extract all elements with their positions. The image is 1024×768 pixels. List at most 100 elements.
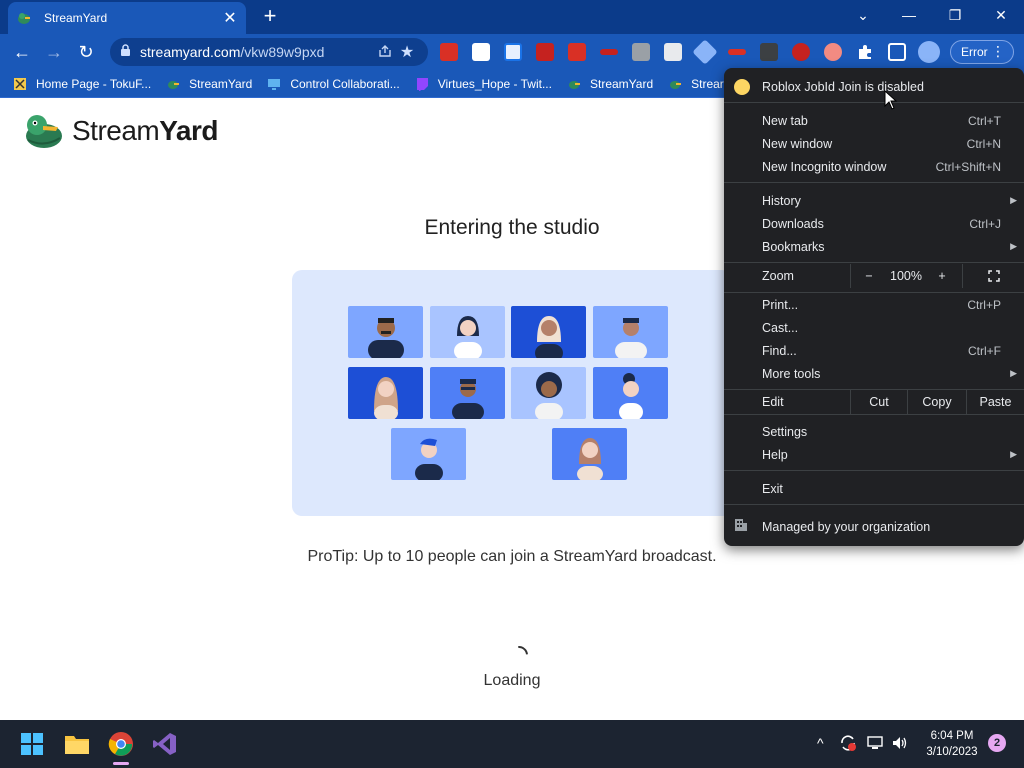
system-clock[interactable]: 6:04 PM 3/10/2023: [916, 728, 988, 760]
side-panel-icon[interactable]: [888, 43, 906, 61]
file-explorer-icon[interactable]: [63, 730, 91, 758]
zoom-label: Zoom: [762, 269, 794, 283]
menu-item-shortcut: Ctrl+F: [968, 343, 1001, 358]
extension-icon[interactable]: [504, 43, 522, 61]
zoom-in-button[interactable]: +: [925, 264, 959, 288]
bookmark-label: StreamYard: [589, 76, 654, 91]
menu-item-find[interactable]: Find... Ctrl+F: [724, 339, 1024, 362]
streamyard-logo[interactable]: StreamYard: [22, 112, 218, 150]
visual-studio-icon[interactable]: [151, 730, 179, 758]
submenu-arrow-icon: ▶: [1010, 449, 1017, 459]
menu-item-managed[interactable]: Managed by your organization: [724, 515, 1024, 538]
tray-chevron-icon[interactable]: ^: [817, 735, 824, 751]
bookmark-star-icon[interactable]: ★: [396, 42, 418, 62]
back-button[interactable]: ←: [10, 40, 34, 64]
reload-button[interactable]: ↻: [74, 40, 98, 64]
duck-icon: [566, 76, 582, 92]
extension-icon[interactable]: [632, 43, 650, 61]
copy-button[interactable]: Copy: [908, 390, 966, 414]
menu-item-print[interactable]: Print... Ctrl+P: [724, 293, 1024, 316]
taskbar: ^ 6:04 PM 3/10/2023 2: [0, 720, 1024, 768]
loading-spinner-icon: [506, 642, 532, 668]
bookmark-item[interactable]: StreamYard: [566, 76, 653, 92]
extension-icon[interactable]: [600, 49, 618, 55]
menu-item-shortcut: Ctrl+N: [966, 136, 1001, 151]
bookmark-item[interactable]: Home Page - TokuF...: [12, 76, 151, 92]
cut-button[interactable]: Cut: [851, 390, 907, 414]
menu-item-label: Bookmarks: [762, 239, 825, 254]
zoom-out-button[interactable]: −: [851, 264, 887, 288]
menu-item-bookmarks[interactable]: Bookmarks ▶: [724, 235, 1024, 258]
extension-icon[interactable]: [568, 43, 586, 61]
menu-item-cast[interactable]: Cast...: [724, 316, 1024, 339]
screen: StreamYard ✕ + ⌄ — ❐ ✕ ← → ↻ streamyard.…: [0, 0, 1024, 768]
bookmark-item[interactable]: Virtues_Hope - Twit...: [414, 76, 552, 92]
menu-item-exit[interactable]: Exit: [724, 477, 1024, 500]
clock-time: 6:04 PM: [930, 730, 974, 742]
extension-icon[interactable]: [824, 43, 842, 61]
address-bar[interactable]: streamyard.com/vkw89w9pxd ★: [110, 38, 428, 66]
menu-item-label: History: [762, 193, 801, 208]
forward-button[interactable]: →: [42, 40, 66, 64]
menu-item-more-tools[interactable]: More tools ▶: [724, 362, 1024, 385]
menu-item-label: Managed by your organization: [762, 519, 931, 534]
monitor-icon: [266, 76, 282, 92]
bookmark-item[interactable]: StreamYard: [165, 76, 252, 92]
menu-item-new-tab[interactable]: New tab Ctrl+T: [724, 109, 1024, 132]
network-icon[interactable]: [866, 734, 884, 755]
participant-avatar: [593, 367, 668, 419]
menu-item-new-window[interactable]: New window Ctrl+N: [724, 132, 1024, 155]
tab-search-button[interactable]: ⌄: [840, 0, 886, 30]
menu-dots-icon[interactable]: ⋮: [991, 43, 1005, 60]
menu-item-history[interactable]: History ▶: [724, 189, 1024, 212]
edit-label: Edit: [762, 395, 784, 409]
shield-icon: [12, 76, 28, 92]
fullscreen-icon[interactable]: [963, 264, 1024, 288]
menu-divider: [724, 262, 1024, 263]
extension-icon[interactable]: [472, 43, 490, 61]
new-tab-button[interactable]: +: [258, 4, 282, 28]
chrome-icon[interactable]: [107, 730, 135, 765]
menu-notice-label: Roblox JobId Join is disabled: [762, 79, 924, 94]
restore-button[interactable]: ❐: [932, 0, 978, 30]
menu-item-settings[interactable]: Settings: [724, 420, 1024, 443]
windows-start-icon[interactable]: [18, 730, 46, 758]
sync-icon[interactable]: [838, 733, 858, 756]
puzzle-icon[interactable]: [856, 43, 874, 61]
extension-icon[interactable]: [728, 49, 746, 55]
extension-icon[interactable]: [792, 43, 810, 61]
logo-yard: Yard: [159, 115, 218, 146]
notification-badge[interactable]: 2: [988, 734, 1006, 752]
extension-icon[interactable]: [440, 43, 458, 61]
submenu-arrow-icon: ▶: [1010, 195, 1017, 205]
extension-icon[interactable]: [760, 43, 778, 61]
participants-illustration: [292, 270, 732, 516]
menu-item-downloads[interactable]: Downloads Ctrl+J: [724, 212, 1024, 235]
paste-button[interactable]: Paste: [967, 390, 1024, 414]
menu-notice-item[interactable]: Roblox JobId Join is disabled: [724, 75, 1024, 98]
menu-item-help[interactable]: Help ▶: [724, 443, 1024, 466]
menu-item-new-incognito-window[interactable]: New Incognito window Ctrl+Shift+N: [724, 155, 1024, 178]
volume-icon[interactable]: [891, 734, 909, 755]
menu-item-label: Cast...: [762, 320, 799, 335]
menu-item-label: Print...: [762, 297, 799, 312]
menu-item-label: New Incognito window: [762, 159, 887, 174]
profile-error-button[interactable]: Error ⋮: [950, 40, 1014, 64]
tab-close-icon[interactable]: ✕: [222, 8, 238, 28]
zoom-row: Zoom − 100% +: [724, 264, 1024, 288]
share-icon[interactable]: [374, 44, 396, 61]
browser-menu: Roblox JobId Join is disabled New tab Ctr…: [724, 68, 1024, 546]
bookmark-item[interactable]: Strear: [667, 76, 724, 92]
extension-icon[interactable]: [536, 43, 554, 61]
bookmark-item[interactable]: Control Collaborati...: [266, 76, 400, 92]
bookmark-label: Strear: [691, 76, 724, 91]
avatar[interactable]: [918, 41, 940, 63]
extension-icon[interactable]: [664, 43, 682, 61]
minimize-button[interactable]: —: [886, 0, 932, 30]
menu-divider: [724, 182, 1024, 183]
extension-icon[interactable]: [692, 39, 718, 65]
tab-streamyard[interactable]: StreamYard ✕: [8, 2, 246, 34]
menu-divider: [724, 504, 1024, 505]
menu-item-label: Downloads: [762, 216, 824, 231]
window-close-button[interactable]: ✕: [978, 0, 1024, 30]
